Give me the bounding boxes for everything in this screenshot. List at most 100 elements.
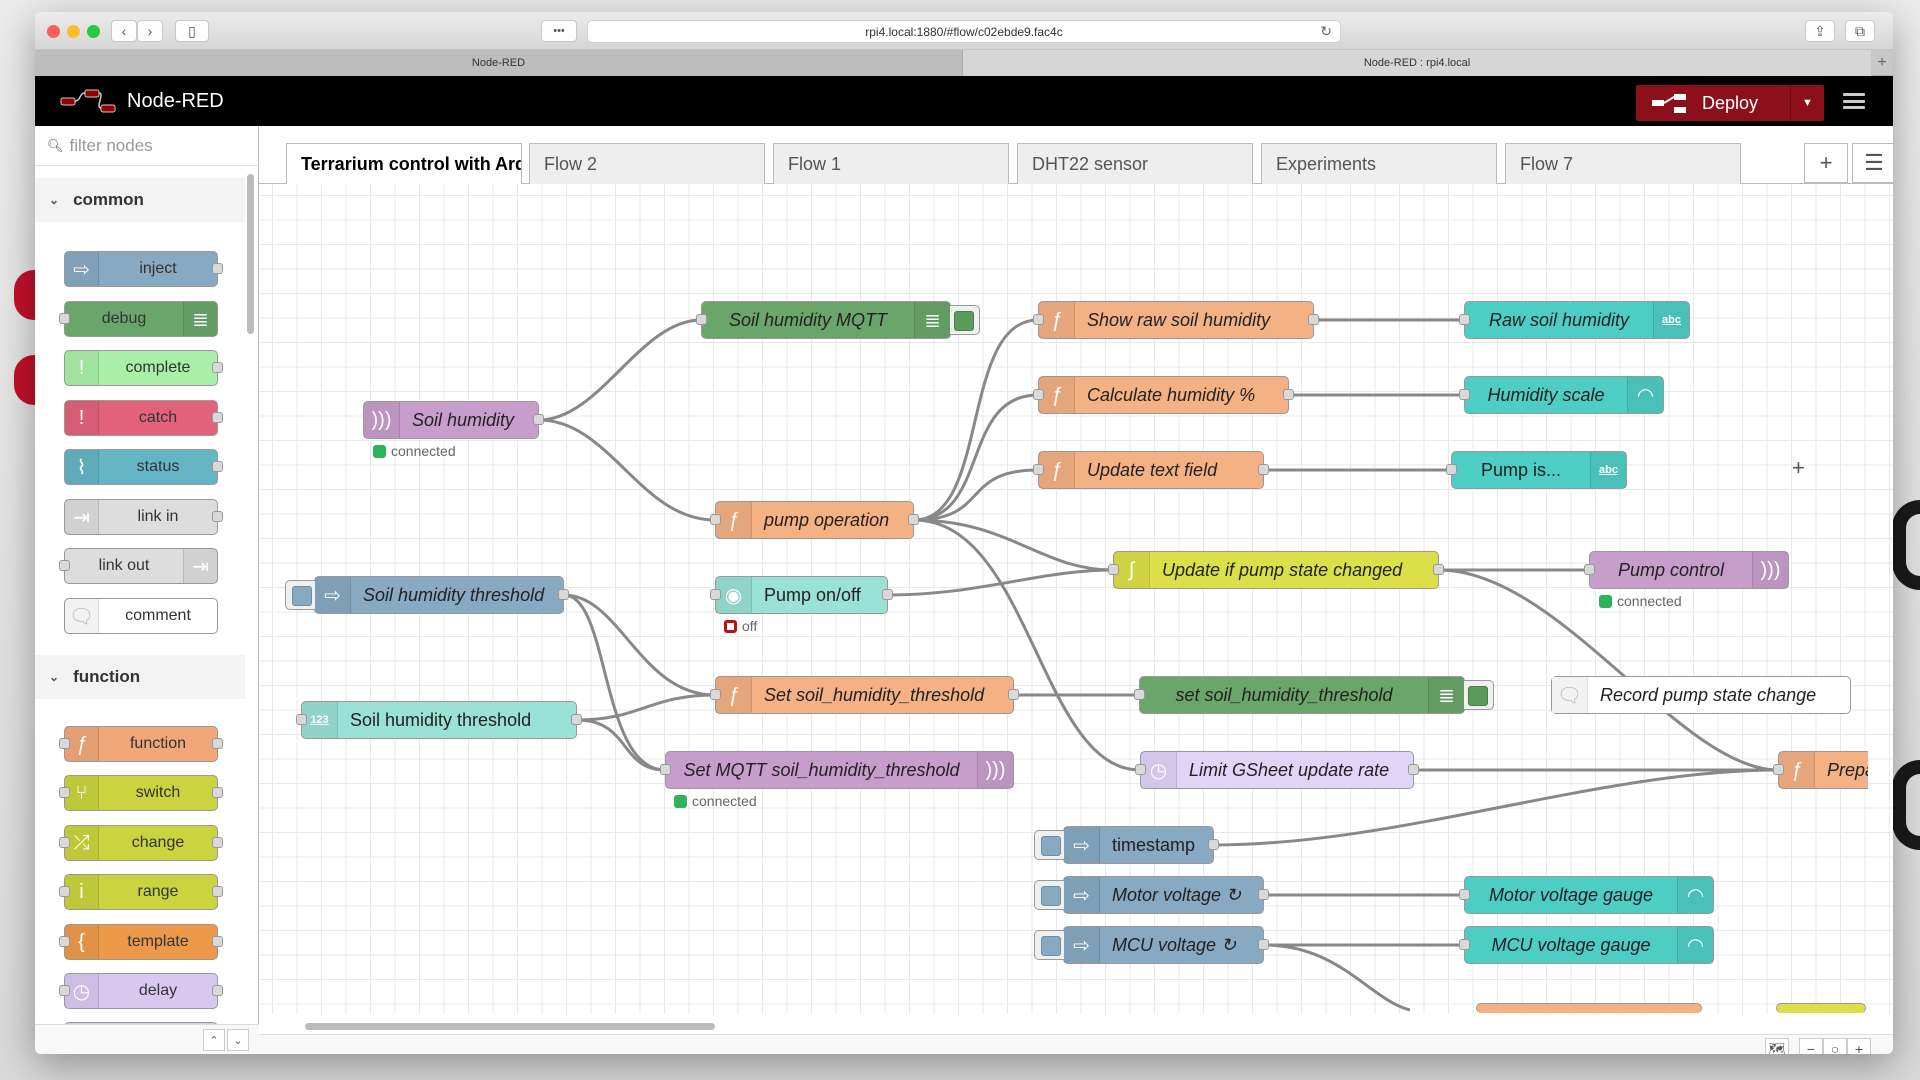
palette-node-complete[interactable]: ! complete xyxy=(64,350,223,386)
flow-node-soil-humidity-mqtt-debug[interactable]: ≣ Soil humidity MQTT xyxy=(696,301,980,339)
inject-trigger-button[interactable] xyxy=(1034,880,1064,910)
palette-node-delay[interactable]: ◷ delay xyxy=(59,973,223,1009)
palette-scrollbar[interactable] xyxy=(247,174,254,334)
add-flow-button[interactable]: + xyxy=(1804,143,1848,183)
palette-node-status[interactable]: ⌇ status xyxy=(64,449,223,485)
output-port[interactable] xyxy=(571,714,582,725)
flow-node-motor-voltage[interactable]: ⇨ Motor voltage ↻ xyxy=(1034,876,1269,914)
flow-node-update-text-field[interactable]: ƒ Update text field xyxy=(1033,451,1269,489)
tab-flow-1[interactable]: Flow 1 xyxy=(773,143,1009,184)
flow-node-motor-voltage-gauge[interactable]: ◠ Motor voltage gauge xyxy=(1459,876,1714,914)
flow-node-show-raw-soil-humidity[interactable]: ƒ Show raw soil humidity xyxy=(1033,301,1319,339)
expand-all-button[interactable]: ⌄ xyxy=(227,1029,249,1051)
input-port[interactable] xyxy=(710,589,721,600)
new-tab-button[interactable]: + xyxy=(1871,50,1893,76)
flow-node-mcu-voltage[interactable]: ⇨ MCU voltage ↻ xyxy=(1034,926,1269,964)
deploy-button[interactable]: Deploy ▼ xyxy=(1636,85,1824,121)
input-port[interactable] xyxy=(1584,564,1595,575)
output-port[interactable] xyxy=(1208,839,1219,850)
deploy-dropdown-caret[interactable]: ▼ xyxy=(1790,85,1824,121)
list-flows-button[interactable]: ☰ xyxy=(1852,143,1893,183)
zoom-out-button[interactable]: − xyxy=(1799,1038,1823,1054)
input-port[interactable] xyxy=(1134,689,1145,700)
minimize-window-button[interactable] xyxy=(67,25,80,38)
palette-node-debug[interactable]: ≣ debug xyxy=(59,301,218,337)
flow-node-calculate-humidity[interactable]: ƒ Calculate humidity % xyxy=(1033,376,1294,414)
output-port[interactable] xyxy=(908,514,919,525)
output-port[interactable] xyxy=(882,589,893,600)
zoom-reset-button[interactable]: ○ xyxy=(1823,1038,1847,1054)
output-port[interactable] xyxy=(1283,389,1294,400)
flow-node-update-if-pump-state-changed[interactable]: ∫ Update if pump state changed xyxy=(1108,551,1444,589)
back-button[interactable]: ‹ xyxy=(111,20,137,42)
flow-node-soil-humidity-threshold-numeric[interactable]: 123 Soil humidity threshold xyxy=(296,701,582,739)
input-port[interactable] xyxy=(660,764,671,775)
input-port[interactable] xyxy=(1033,314,1044,325)
input-port[interactable] xyxy=(1033,464,1044,475)
flow-node-timestamp[interactable]: ⇨ timestamp xyxy=(1034,826,1219,864)
output-port[interactable] xyxy=(1258,939,1269,950)
maximize-window-button[interactable] xyxy=(87,25,100,38)
output-port[interactable] xyxy=(1258,464,1269,475)
input-port[interactable] xyxy=(1773,764,1784,775)
tab-terrarium-control[interactable]: Terrarium control with Arduino xyxy=(286,143,522,185)
category-common-header[interactable]: ⌄ common xyxy=(35,178,245,222)
output-port[interactable] xyxy=(1008,689,1019,700)
input-port[interactable] xyxy=(1459,889,1470,900)
input-port[interactable] xyxy=(1446,464,1457,475)
output-port[interactable] xyxy=(1408,764,1419,775)
flow-node-pump-operation[interactable]: ƒ pump operation xyxy=(710,501,919,539)
output-port[interactable] xyxy=(1308,314,1319,325)
input-port[interactable] xyxy=(1033,389,1044,400)
flow-node-prepare-partial[interactable]: ƒ Prepa xyxy=(1773,751,1868,789)
main-menu-button[interactable] xyxy=(1843,89,1865,113)
input-port[interactable] xyxy=(696,314,707,325)
flow-node-humidity-scale[interactable]: ◠ Humidity scale xyxy=(1459,376,1664,414)
input-port[interactable] xyxy=(710,514,721,525)
flow-node-pump-is[interactable]: abc Pump is... xyxy=(1446,451,1627,489)
browser-tab-active[interactable]: Node-RED : rpi4.local xyxy=(963,50,1871,76)
workspace-horizontal-scrollbar[interactable] xyxy=(305,1023,715,1030)
output-port[interactable] xyxy=(533,414,544,425)
palette-node-function[interactable]: ƒ function xyxy=(59,726,223,762)
tabs-overview-button[interactable]: ⧉ xyxy=(1845,20,1875,42)
input-port[interactable] xyxy=(1459,389,1470,400)
output-port[interactable] xyxy=(1258,889,1269,900)
palette-node-link-in[interactable]: ⇥ link in xyxy=(64,499,223,535)
zoom-in-button[interactable]: + xyxy=(1847,1038,1871,1054)
browser-tab[interactable]: Node-RED xyxy=(35,50,963,76)
flow-node-set-mqtt-soil-humidity-threshold[interactable]: ))) Set MQTT soil_humidity_threshold xyxy=(660,751,1014,789)
inject-trigger-button[interactable] xyxy=(1034,930,1064,960)
inject-trigger-button[interactable] xyxy=(1034,830,1064,860)
tab-flow-7[interactable]: Flow 7 xyxy=(1505,143,1741,184)
tab-flow-2[interactable]: Flow 2 xyxy=(529,143,765,184)
palette-node-inject[interactable]: ⇨ inject xyxy=(64,251,223,287)
flow-node-set-soil-humidity-threshold-function[interactable]: ƒ Set soil_humidity_threshold xyxy=(710,676,1019,714)
close-window-button[interactable] xyxy=(47,25,60,38)
flow-node-limit-gsheet-update-rate[interactable]: ◷ Limit GSheet update rate xyxy=(1135,751,1419,789)
tab-dht22-sensor[interactable]: DHT22 sensor xyxy=(1017,143,1253,184)
collapse-all-button[interactable]: ⌃ xyxy=(203,1029,225,1051)
reader-button[interactable]: ••• xyxy=(541,20,577,42)
flow-node-soil-humidity-threshold-inject[interactable]: ⇨ Soil humidity threshold xyxy=(285,576,569,614)
flow-node-mcu-voltage-gauge[interactable]: ◠ MCU voltage gauge xyxy=(1459,926,1714,964)
inject-trigger-button[interactable] xyxy=(285,580,315,610)
palette-node-catch[interactable]: ! catch xyxy=(64,400,223,436)
url-bar[interactable]: rpi4.local:1880/#flow/c02ebde9.fac4c ↻ xyxy=(587,20,1341,43)
flow-node-partial[interactable] xyxy=(1776,1003,1866,1013)
input-port[interactable] xyxy=(1459,314,1470,325)
debug-toggle-button[interactable] xyxy=(1464,680,1494,710)
palette-node-range[interactable]: i range xyxy=(59,874,223,910)
flow-node-soil-humidity-mqtt-in[interactable]: ))) Soil humidity xyxy=(363,401,544,439)
flow-node-raw-soil-humidity[interactable]: abc Raw soil humidity xyxy=(1459,301,1690,339)
input-port[interactable] xyxy=(1108,564,1119,575)
palette-node-link-out[interactable]: ⇥ link out xyxy=(59,548,218,584)
output-port[interactable] xyxy=(1433,564,1444,575)
input-port[interactable] xyxy=(1459,939,1470,950)
input-port[interactable] xyxy=(710,689,721,700)
flow-node-pump-control[interactable]: ))) Pump control xyxy=(1584,551,1789,589)
flow-node-partial[interactable] xyxy=(1476,1003,1702,1013)
category-function-header[interactable]: ⌄ function xyxy=(35,655,245,699)
forward-button[interactable]: › xyxy=(137,20,163,42)
flow-node-record-pump-state-change[interactable]: 🗨︎ Record pump state change xyxy=(1551,676,1851,714)
